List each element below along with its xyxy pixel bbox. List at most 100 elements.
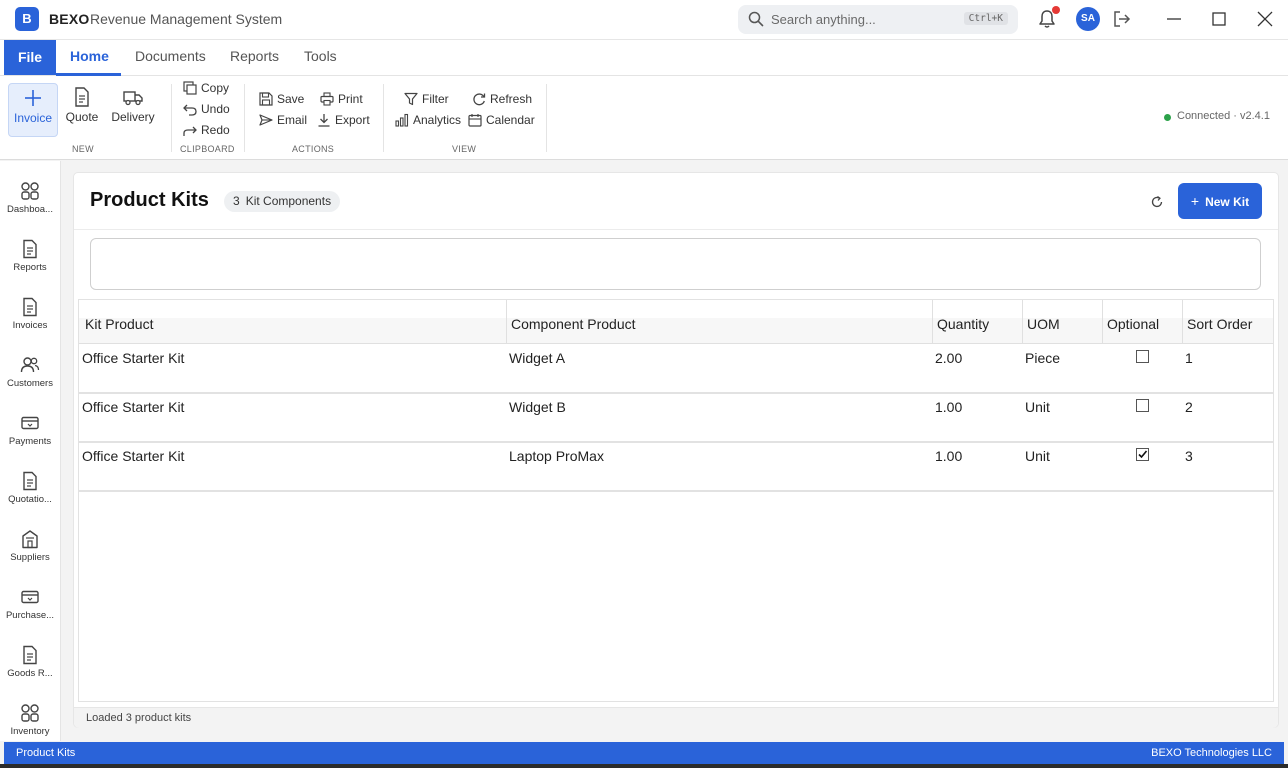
cell-uom: Unit <box>1025 448 1050 464</box>
sidebar-item-label: Goods R... <box>7 668 53 679</box>
save-button[interactable]: Save <box>259 90 304 108</box>
sidebar-item-reports[interactable]: Reports <box>0 239 60 273</box>
sidebar-item-purchase[interactable]: Purchase... <box>0 587 60 621</box>
status-bar: Product Kits BEXO Technologies LLC <box>4 742 1284 764</box>
maximize-icon[interactable] <box>1207 8 1231 30</box>
calendar-button[interactable]: Calendar <box>468 111 535 129</box>
column-divider[interactable] <box>506 300 507 344</box>
export-button[interactable]: Export <box>317 111 370 129</box>
app-title: Revenue Management System <box>90 11 283 27</box>
print-button[interactable]: Print <box>320 90 363 108</box>
ribbon-divider <box>546 84 547 152</box>
tab-home[interactable]: Home <box>70 48 109 64</box>
sidebar-item-payments[interactable]: Payments <box>0 413 60 447</box>
cell-uom: Unit <box>1025 399 1050 415</box>
column-header-optional[interactable]: Optional <box>1107 316 1159 332</box>
filter-button[interactable]: Filter <box>404 90 449 108</box>
table-row[interactable]: Office Starter Kit Widget A 2.00 Piece 1 <box>79 345 1273 394</box>
column-divider[interactable] <box>932 300 933 344</box>
sidebar-item-suppliers[interactable]: Suppliers <box>0 529 60 563</box>
filter-input[interactable] <box>90 238 1261 290</box>
table-header: Kit Product Component Product Quantity U… <box>79 300 1273 344</box>
logout-icon[interactable] <box>1112 9 1132 29</box>
cell-sort-order: 2 <box>1185 399 1193 415</box>
sidebar-item-label: Reports <box>13 262 47 273</box>
bar-chart-icon <box>395 113 409 127</box>
file-menu-button[interactable]: File <box>4 40 56 75</box>
sidebar-item-inventory[interactable]: Inventory <box>0 703 60 737</box>
minimize-icon[interactable] <box>1162 8 1186 30</box>
column-header-kit-product[interactable]: Kit Product <box>85 316 153 332</box>
sidebar-item-goods-receipt[interactable]: Goods R... <box>0 645 60 679</box>
panel-footer <box>74 707 1278 728</box>
search-shortcut: Ctrl+K <box>963 12 1008 25</box>
app-logo: B <box>15 7 39 31</box>
sidebar-item-dashboard[interactable]: Dashboa... <box>0 181 60 215</box>
column-header-component-product[interactable]: Component Product <box>511 316 636 332</box>
optional-checkbox[interactable] <box>1136 399 1149 412</box>
sidebar-item-customers[interactable]: Customers <box>0 355 60 389</box>
refresh-button[interactable]: Refresh <box>472 90 532 108</box>
sidebar-item-invoices[interactable]: Invoices <box>0 297 60 331</box>
table-row[interactable]: Office Starter Kit Laptop ProMax 1.00 Un… <box>79 443 1273 492</box>
global-search[interactable]: Search anything... Ctrl+K <box>738 5 1018 34</box>
copy-label: Copy <box>201 81 230 95</box>
document-icon <box>23 239 37 259</box>
group-label-actions: ACTIONS <box>292 144 335 154</box>
calendar-icon <box>468 114 482 127</box>
optional-checkbox[interactable] <box>1136 350 1149 363</box>
menu-bar: File Home Documents Reports Tools <box>0 40 1288 76</box>
sidebar-item-label: Invoices <box>12 320 48 331</box>
connection-status-dot <box>1164 114 1171 121</box>
app-window: B BEXO Revenue Management System Search … <box>0 0 1288 768</box>
redo-label: Redo <box>201 123 230 137</box>
tab-documents[interactable]: Documents <box>135 48 206 64</box>
send-icon <box>259 114 273 126</box>
tab-tools[interactable]: Tools <box>304 48 337 64</box>
column-divider[interactable] <box>1182 300 1183 344</box>
column-divider[interactable] <box>1022 300 1023 344</box>
email-button[interactable]: Email <box>259 111 307 129</box>
document-icon <box>75 87 89 107</box>
card-icon <box>21 590 39 604</box>
cell-quantity: 1.00 <box>935 448 963 464</box>
document-icon <box>23 471 37 491</box>
filter-label: Filter <box>422 92 449 106</box>
column-header-quantity[interactable]: Quantity <box>937 316 989 332</box>
table-row[interactable]: Office Starter Kit Widget B 1.00 Unit 2 <box>79 394 1273 443</box>
optional-checkbox[interactable] <box>1136 448 1149 461</box>
column-divider[interactable] <box>1102 300 1103 344</box>
group-label-clipboard: CLIPBOARD <box>180 144 235 154</box>
undo-button[interactable]: Undo <box>183 100 230 118</box>
quote-button[interactable]: Quote <box>62 83 102 137</box>
analytics-button[interactable]: Analytics <box>395 111 461 129</box>
ribbon-divider <box>171 84 172 152</box>
column-header-sort-order[interactable]: Sort Order <box>1187 316 1252 332</box>
delivery-label: Delivery <box>111 110 155 124</box>
cell-kit-product: Office Starter Kit <box>82 399 185 415</box>
product-kits-panel: Product Kits 3 Kit Components + New Kit Ki… <box>73 172 1279 728</box>
avatar[interactable]: SA <box>1076 7 1100 31</box>
ribbon-divider <box>383 84 384 152</box>
printer-icon <box>320 92 334 106</box>
check-icon <box>1138 450 1148 459</box>
copy-button[interactable]: Copy <box>183 79 229 97</box>
truck-icon <box>123 91 143 106</box>
tab-reports[interactable]: Reports <box>230 48 279 64</box>
column-header-uom[interactable]: UOM <box>1027 316 1060 332</box>
analytics-label: Analytics <box>413 113 462 127</box>
sidebar-item-quotations[interactable]: Quotatio... <box>0 471 60 505</box>
export-label: Export <box>335 113 370 127</box>
page-title: Product Kits <box>90 189 209 211</box>
invoice-button[interactable]: Invoice <box>8 83 58 137</box>
search-input[interactable]: Search anything... <box>771 12 876 27</box>
close-icon[interactable] <box>1253 8 1277 30</box>
delivery-button[interactable]: Delivery <box>108 83 158 137</box>
redo-button[interactable]: Redo <box>183 121 230 139</box>
refresh-icon[interactable] <box>1150 195 1164 209</box>
filter-icon <box>404 92 418 106</box>
cell-kit-product: Office Starter Kit <box>82 350 185 366</box>
copy-icon <box>183 81 197 95</box>
quote-label: Quote <box>65 110 99 124</box>
new-kit-button[interactable]: + New Kit <box>1178 183 1262 219</box>
